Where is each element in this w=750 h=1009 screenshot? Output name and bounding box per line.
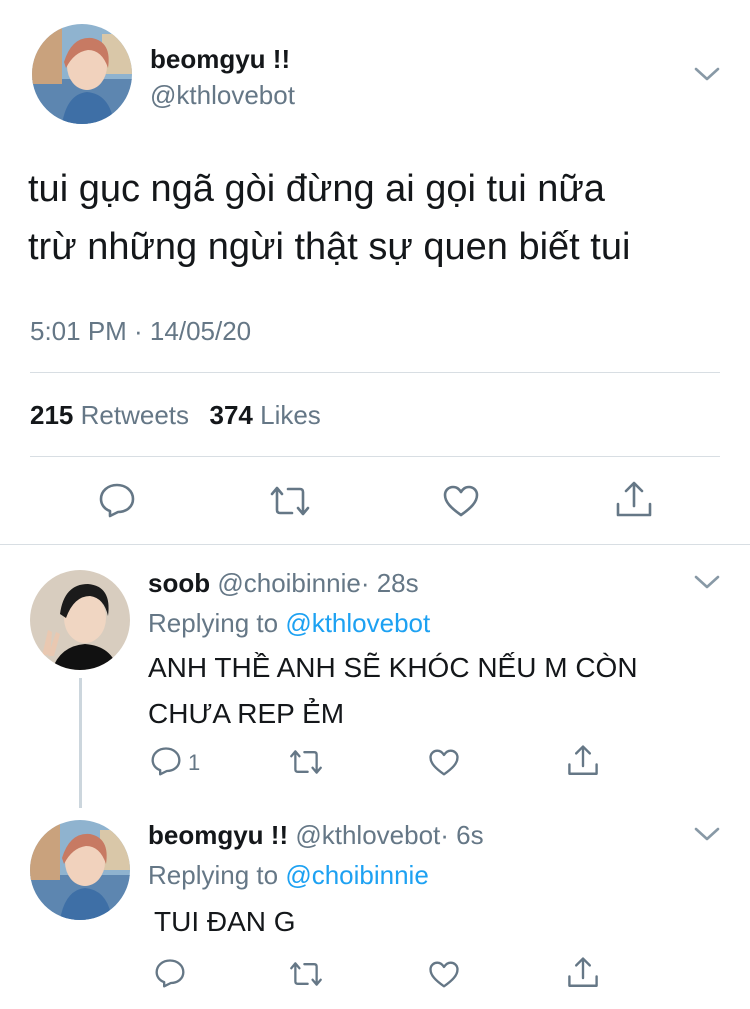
reply-icon[interactable] [150, 746, 182, 776]
retweets-count[interactable]: 215 [30, 400, 73, 430]
share-icon[interactable] [566, 956, 600, 990]
replying-to: Replying to @choibinnie [148, 860, 429, 891]
share-icon[interactable] [614, 480, 654, 520]
chevron-down-icon[interactable] [694, 574, 720, 590]
replying-prefix: Replying to [148, 860, 279, 890]
likes-count[interactable]: 374 [209, 400, 252, 430]
divider [30, 456, 720, 457]
reply-time[interactable]: · 28s [361, 568, 419, 598]
reply-text-line-1: ANH THỀ ANH SẼ KHÓC NẾU M CÒN [148, 652, 638, 683]
reply-header: beomgyu !! @kthlovebot· 6s [148, 820, 484, 851]
chevron-down-icon[interactable] [694, 66, 720, 82]
heart-icon[interactable] [442, 484, 480, 518]
user-handle[interactable]: @kthlovebot [150, 80, 295, 111]
avatar-beomgyu[interactable] [30, 820, 130, 920]
reply-text: TUI ĐAN G [154, 906, 296, 937]
avatar-beomgyu[interactable] [32, 24, 132, 124]
reply-header: soob @choibinnie· 28s [148, 568, 419, 599]
replying-to: Replying to @kthlovebot [148, 608, 430, 639]
reply-icon[interactable] [98, 482, 136, 518]
reply-count: 1 [188, 750, 201, 775]
replying-prefix: Replying to [148, 608, 279, 638]
heart-icon[interactable] [428, 748, 460, 777]
retweet-icon[interactable] [288, 960, 324, 988]
likes-label[interactable]: Likes [260, 400, 321, 430]
divider [0, 544, 750, 545]
reply-icon[interactable] [154, 958, 186, 988]
user-handle[interactable]: @kthlovebot [295, 820, 440, 850]
retweet-icon[interactable] [268, 484, 312, 518]
replying-to-link[interactable]: @kthlovebot [285, 608, 430, 638]
display-name[interactable]: beomgyu !! [148, 820, 288, 850]
tweet-text-line-2: trừ những ngừi thật sự quen biết tui [28, 226, 631, 268]
tweet-timestamp[interactable]: 5:01 PM · 14/05/20 [30, 316, 251, 347]
avatar-soob[interactable] [30, 570, 130, 670]
engagement-stats: 215 Retweets 374 Likes [30, 400, 321, 431]
user-handle[interactable]: @choibinnie [217, 568, 360, 598]
tweet-text-line-1: tui gục ngã gòi đừng ai gọi tui nữa [28, 168, 605, 210]
display-name[interactable]: soob [148, 568, 210, 598]
divider [30, 372, 720, 373]
heart-icon[interactable] [428, 960, 460, 989]
retweets-label[interactable]: Retweets [81, 400, 189, 430]
thread-line [79, 678, 82, 808]
display-name[interactable]: beomgyu !! [150, 44, 290, 75]
share-icon[interactable] [566, 744, 600, 778]
replying-to-link[interactable]: @choibinnie [285, 860, 428, 890]
chevron-down-icon[interactable] [694, 826, 720, 842]
retweet-icon[interactable] [288, 748, 324, 776]
reply-time[interactable]: · 6s [440, 820, 483, 850]
reply-text-line-2: CHƯA REP ẺM [148, 698, 345, 729]
